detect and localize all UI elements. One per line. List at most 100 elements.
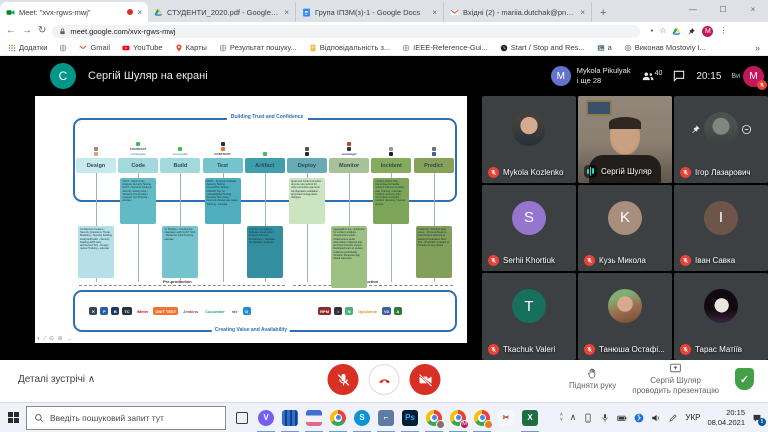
participant-tile-5[interactable]: IІван Савка <box>674 185 768 272</box>
phone-link-icon[interactable] <box>583 413 593 423</box>
taskbar-app-chrome-profile-2[interactable]: M <box>446 403 470 432</box>
volume-icon[interactable] <box>651 413 661 423</box>
participant-tile-0[interactable]: Mykola Kozlenko <box>482 96 576 183</box>
bookmark-6[interactable]: Відповідальність з... <box>309 43 390 52</box>
stage-header: Monitor <box>329 158 369 173</box>
tab-close-icon[interactable]: × <box>137 8 142 17</box>
drive-extension-icon[interactable] <box>672 27 681 36</box>
participant-tile-4[interactable]: KКузь Микола <box>578 185 672 272</box>
minimize-button[interactable]: — <box>678 0 708 18</box>
pen-icon[interactable] <box>668 413 678 423</box>
hang-up-button[interactable] <box>369 364 400 395</box>
globe-icon <box>402 44 410 52</box>
bookmark-9[interactable]: a <box>597 43 612 52</box>
forward-icon[interactable]: → <box>22 26 32 36</box>
taskbar-app-excel[interactable]: X <box>518 403 542 432</box>
browser-tab-1[interactable]: СТУДЕНТИ_2020.pdf - Google Д...× <box>148 2 296 22</box>
pin-icon[interactable] <box>690 122 701 140</box>
bookmark-8[interactable]: Start / Stop and Res... <box>500 43 585 52</box>
stage-incident: IncidentIncident Action Plan - Committee… <box>370 122 412 288</box>
microphone-tray-icon[interactable] <box>600 413 610 423</box>
remove-from-layout-icon[interactable] <box>741 122 752 140</box>
stage-detail-box: SAST - Static Code Analysis Security Tes… <box>120 178 156 224</box>
taskbar-app-chrome[interactable] <box>326 403 350 432</box>
taskbar-app-snipping-tool[interactable]: ✂ <box>494 403 518 432</box>
bookmark-4[interactable]: Карты <box>175 43 207 52</box>
browser-tab-2[interactable]: Група ІПЗМ(з)-1 - Google Docs× <box>296 2 444 22</box>
hidden-icons-chevron[interactable]: ∧ <box>570 412 577 423</box>
participant-tile-1[interactable]: Сергій Шуляр <box>578 96 672 183</box>
tray-rows-toggle[interactable]: ˄˅ <box>560 413 563 423</box>
browser-tab-0[interactable]: Meet: "xvx-rgws-mwj" × <box>0 2 148 22</box>
tab-close-icon[interactable]: × <box>284 8 289 17</box>
tool-logo-icon <box>432 147 436 151</box>
tile-name-row: Іван Савка <box>680 255 735 266</box>
start-button[interactable] <box>0 403 26 432</box>
taskbar-app-remote-desktop-app[interactable]: ⌐ <box>374 403 398 432</box>
participants-pill[interactable]: M Mykola Pikulyak і ще 28 <box>551 66 631 86</box>
extensions-pin-icon[interactable] <box>687 27 696 36</box>
taskbar-app-skype[interactable]: S <box>350 403 374 432</box>
participant-tile-6[interactable]: TTkachuk Valeri <box>482 273 576 360</box>
docs-favicon-icon <box>302 8 311 17</box>
bookmarks-bar: Додатки Gmail YouTube Карты Результат пошуку… <box>0 40 768 56</box>
chat-button[interactable] <box>672 69 686 83</box>
stage-detail-box: Aggregation log - Evidence for incident … <box>331 226 367 288</box>
gmail-icon <box>79 44 87 52</box>
mic-toggle-button[interactable] <box>328 364 359 395</box>
browser-tab-3[interactable]: Вхідні (2) - mariia.dutchak@pnu...× <box>444 2 592 22</box>
bookmark-0[interactable]: Додатки <box>8 43 47 52</box>
presenting-status[interactable]: Сергій Шулярпроводить презентацію <box>632 362 719 396</box>
taskbar-clock[interactable]: 20:1508.04.2021 <box>707 408 745 428</box>
participant-tile-8[interactable]: Тарас Матіїв <box>674 273 768 360</box>
participant-tile-2[interactable]: Ігор Лазарович <box>674 96 768 183</box>
taskbar-app-chrome-profile-3[interactable] <box>470 403 494 432</box>
self-view[interactable]: Ви M <box>731 66 764 87</box>
back-icon[interactable]: ← <box>6 26 16 36</box>
bookmark-5[interactable]: Результат пошуку... <box>219 43 297 52</box>
battery-icon[interactable] <box>617 413 627 423</box>
language-indicator[interactable]: УКР <box>685 413 700 422</box>
tool-logo-icon <box>178 147 182 151</box>
browser-profile-avatar[interactable]: M <box>702 26 713 37</box>
antivirus-shield-icon[interactable]: ✓ <box>735 368 754 390</box>
new-tab-button[interactable]: + <box>600 7 606 19</box>
bookmark-7[interactable]: IEEE-Reference-Gui... <box>402 43 488 52</box>
address-bar[interactable]: meet.google.com/xvx-rgws-mwj <box>52 25 640 38</box>
taskbar-app-photoshop[interactable]: Ps <box>398 403 422 432</box>
meeting-details-button[interactable]: Деталі зустрічі ∧ <box>18 374 95 385</box>
participant-tile-3[interactable]: SSerhii Khortiuk <box>482 185 576 272</box>
camera-toggle-button[interactable] <box>410 364 441 395</box>
meet-main: C Сергій Шуляр на екрані M Mykola Pikuly… <box>0 56 768 360</box>
taskbar-app-viber[interactable]: V <box>254 403 278 432</box>
notification-center-button[interactable]: 5 <box>752 413 762 423</box>
close-window-button[interactable]: × <box>738 0 768 18</box>
participant-avatar: K <box>608 201 642 235</box>
participant-pill-avatar: M <box>551 66 571 86</box>
tab-close-icon[interactable]: × <box>580 8 585 17</box>
bookmark-1[interactable] <box>59 44 67 52</box>
bookmark-2[interactable]: Gmail <box>79 43 110 52</box>
taskbar-app-chrome-profile-1[interactable] <box>422 403 446 432</box>
bookmark-3[interactable]: YouTube <box>122 43 162 52</box>
taskbar-app-floppy-app[interactable] <box>302 403 326 432</box>
tool-logo-icon <box>389 147 393 151</box>
reload-icon[interactable]: ↻ <box>38 26 46 36</box>
bookmarks-overflow-icon[interactable]: » <box>755 43 760 53</box>
globe-icon <box>624 44 632 52</box>
tool-logo-icon <box>389 152 393 156</box>
taskbar-app-movie-app[interactable] <box>278 403 302 432</box>
participant-tile-7[interactable]: Танюша Остафі... <box>578 273 672 360</box>
windows-taskbar: Введіть пошуковий запит тут VS⌐PsM✂X ˄˅ … <box>0 402 768 432</box>
tab-close-icon[interactable]: × <box>432 8 437 17</box>
maximize-button[interactable]: ☐ <box>708 0 738 18</box>
bookmark-star-icon[interactable]: ☆ <box>659 27 666 35</box>
tab-title: Meet: "xvx-rgws-mwj" <box>19 8 123 17</box>
participants-count-button[interactable]: 40 <box>641 69 663 83</box>
taskbar-search-input[interactable]: Введіть пошуковий запит тут <box>26 406 226 430</box>
browser-menu-icon[interactable]: ⋮ <box>719 27 727 35</box>
bluetooth-icon[interactable] <box>634 413 644 423</box>
raise-hand-button[interactable]: Підняти руку <box>569 367 616 391</box>
bookmark-10[interactable]: Виконав Mostoviy I... <box>624 43 706 52</box>
taskbar-app-task-view[interactable] <box>230 403 254 432</box>
